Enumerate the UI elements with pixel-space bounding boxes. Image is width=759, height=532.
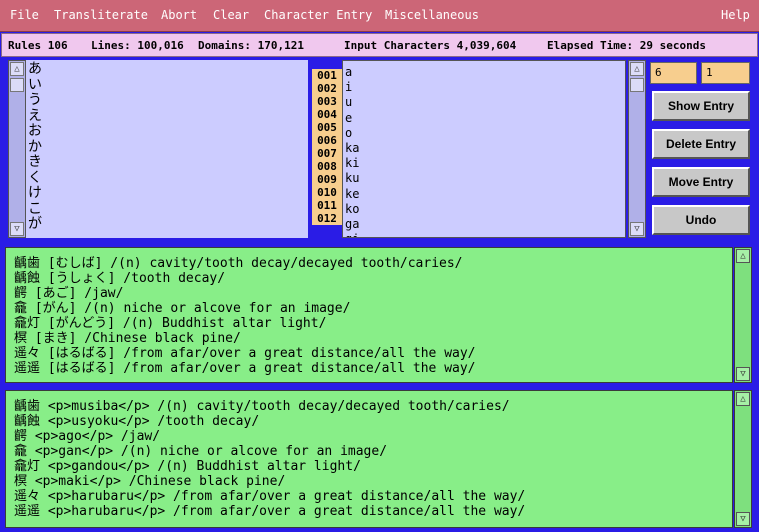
list-item[interactable]: け xyxy=(28,185,42,202)
list-item[interactable]: お xyxy=(28,123,42,140)
list-item[interactable]: u xyxy=(343,95,625,110)
menu-abort[interactable]: Abort xyxy=(161,8,197,22)
scroll-thumb[interactable] xyxy=(10,78,24,92)
list-item[interactable]: う xyxy=(28,92,42,109)
rule-count-field[interactable]: 1 xyxy=(701,62,750,84)
scroll-up-icon[interactable]: △ xyxy=(736,249,750,263)
status-input-characters: Input Characters 4,039,604 xyxy=(344,39,517,52)
list-item[interactable]: ka xyxy=(343,141,625,156)
list-item[interactable]: a xyxy=(343,65,625,80)
rule-number: 011 xyxy=(312,199,342,212)
dictionary-line: 遥遥 [はるばる] /from afar/over a great distan… xyxy=(14,361,476,376)
list-item[interactable]: e xyxy=(343,111,625,126)
menu-file[interactable]: File xyxy=(10,8,39,22)
rule-index-field[interactable]: 6 xyxy=(650,62,697,84)
scroll-down-icon[interactable]: ▽ xyxy=(630,222,644,236)
list-item[interactable]: ko xyxy=(343,202,625,217)
output-line: 遥遥 <p>harubaru</p> /from afar/over a gre… xyxy=(14,504,526,519)
list-item[interactable]: が xyxy=(28,216,42,233)
list-item[interactable]: o xyxy=(343,126,625,141)
delete-entry-button[interactable]: Delete Entry xyxy=(652,129,750,159)
scroll-thumb[interactable] xyxy=(630,78,644,92)
status-elapsed-time: Elapsed Time: 29 seconds xyxy=(547,39,706,52)
dictionary-pane[interactable]: 齲歯 [むしば] /(n) cavity/tooth decay/decayed… xyxy=(5,247,733,383)
scroll-up-icon[interactable]: △ xyxy=(630,62,644,76)
menu-clear[interactable]: Clear xyxy=(213,8,249,22)
menu-miscellaneous[interactable]: Miscellaneous xyxy=(385,8,479,22)
status-rules: Rules 106 xyxy=(8,39,68,52)
list-item[interactable]: こ xyxy=(28,201,42,218)
kana-items: あ い う え お か き く け こ が xyxy=(28,61,42,233)
romaji-scrollbar[interactable]: △ ▽ xyxy=(628,60,646,238)
rule-number: 001 xyxy=(312,69,342,82)
list-item[interactable]: ga xyxy=(343,217,625,232)
rule-number: 005 xyxy=(312,121,342,134)
show-entry-button[interactable]: Show Entry xyxy=(652,91,750,121)
romaji-list-pane[interactable]: a i u e o ka ki ku ke ko ga gi xyxy=(342,60,626,238)
output-scrollbar[interactable]: △ ▽ xyxy=(734,390,752,528)
rule-number: 004 xyxy=(312,108,342,121)
output-pane[interactable]: 齲歯 <p>musiba</p> /(n) cavity/tooth decay… xyxy=(5,390,733,528)
list-item[interactable]: い xyxy=(28,77,42,94)
scroll-down-icon[interactable]: ▽ xyxy=(10,222,24,236)
rule-number: 002 xyxy=(312,82,342,95)
status-lines: Lines: 100,016 xyxy=(91,39,184,52)
list-item[interactable]: ki xyxy=(343,156,625,171)
list-item[interactable]: き xyxy=(28,154,42,171)
rule-number: 009 xyxy=(312,173,342,186)
rule-number-column: 001 002 003 004 005 006 007 008 009 010 … xyxy=(312,60,342,238)
menu-bar: File Transliterate Abort Clear Character… xyxy=(0,0,759,32)
rule-number: 007 xyxy=(312,147,342,160)
dictionary-scrollbar[interactable]: △ ▽ xyxy=(734,247,752,383)
scroll-up-icon[interactable]: △ xyxy=(10,62,24,76)
list-item[interactable]: ku xyxy=(343,171,625,186)
menu-help[interactable]: Help xyxy=(721,8,750,22)
kana-list-pane[interactable] xyxy=(8,60,308,238)
rule-number: 008 xyxy=(312,160,342,173)
status-domains: Domains: 170,121 xyxy=(198,39,304,52)
rule-number: 006 xyxy=(312,134,342,147)
menu-transliterate[interactable]: Transliterate xyxy=(54,8,148,22)
list-item[interactable]: え xyxy=(28,108,42,125)
list-item[interactable]: あ xyxy=(28,61,42,78)
scroll-down-icon[interactable]: ▽ xyxy=(736,512,750,526)
list-item[interactable]: く xyxy=(28,170,42,187)
move-entry-button[interactable]: Move Entry xyxy=(652,167,750,197)
rule-number: 003 xyxy=(312,95,342,108)
undo-button[interactable]: Undo xyxy=(652,205,750,235)
scroll-down-icon[interactable]: ▽ xyxy=(736,367,750,381)
rule-number: 010 xyxy=(312,186,342,199)
list-item[interactable]: か xyxy=(28,139,42,156)
list-item[interactable]: i xyxy=(343,80,625,95)
list-item[interactable]: ke xyxy=(343,187,625,202)
scroll-up-icon[interactable]: △ xyxy=(736,392,750,406)
kana-scrollbar[interactable]: △ ▽ xyxy=(8,60,26,238)
list-item[interactable]: gi xyxy=(343,232,625,237)
menu-character-entry[interactable]: Character Entry xyxy=(264,8,372,22)
rule-number: 012 xyxy=(312,212,342,225)
status-bar: Rules 106 Lines: 100,016 Domains: 170,12… xyxy=(1,33,758,57)
